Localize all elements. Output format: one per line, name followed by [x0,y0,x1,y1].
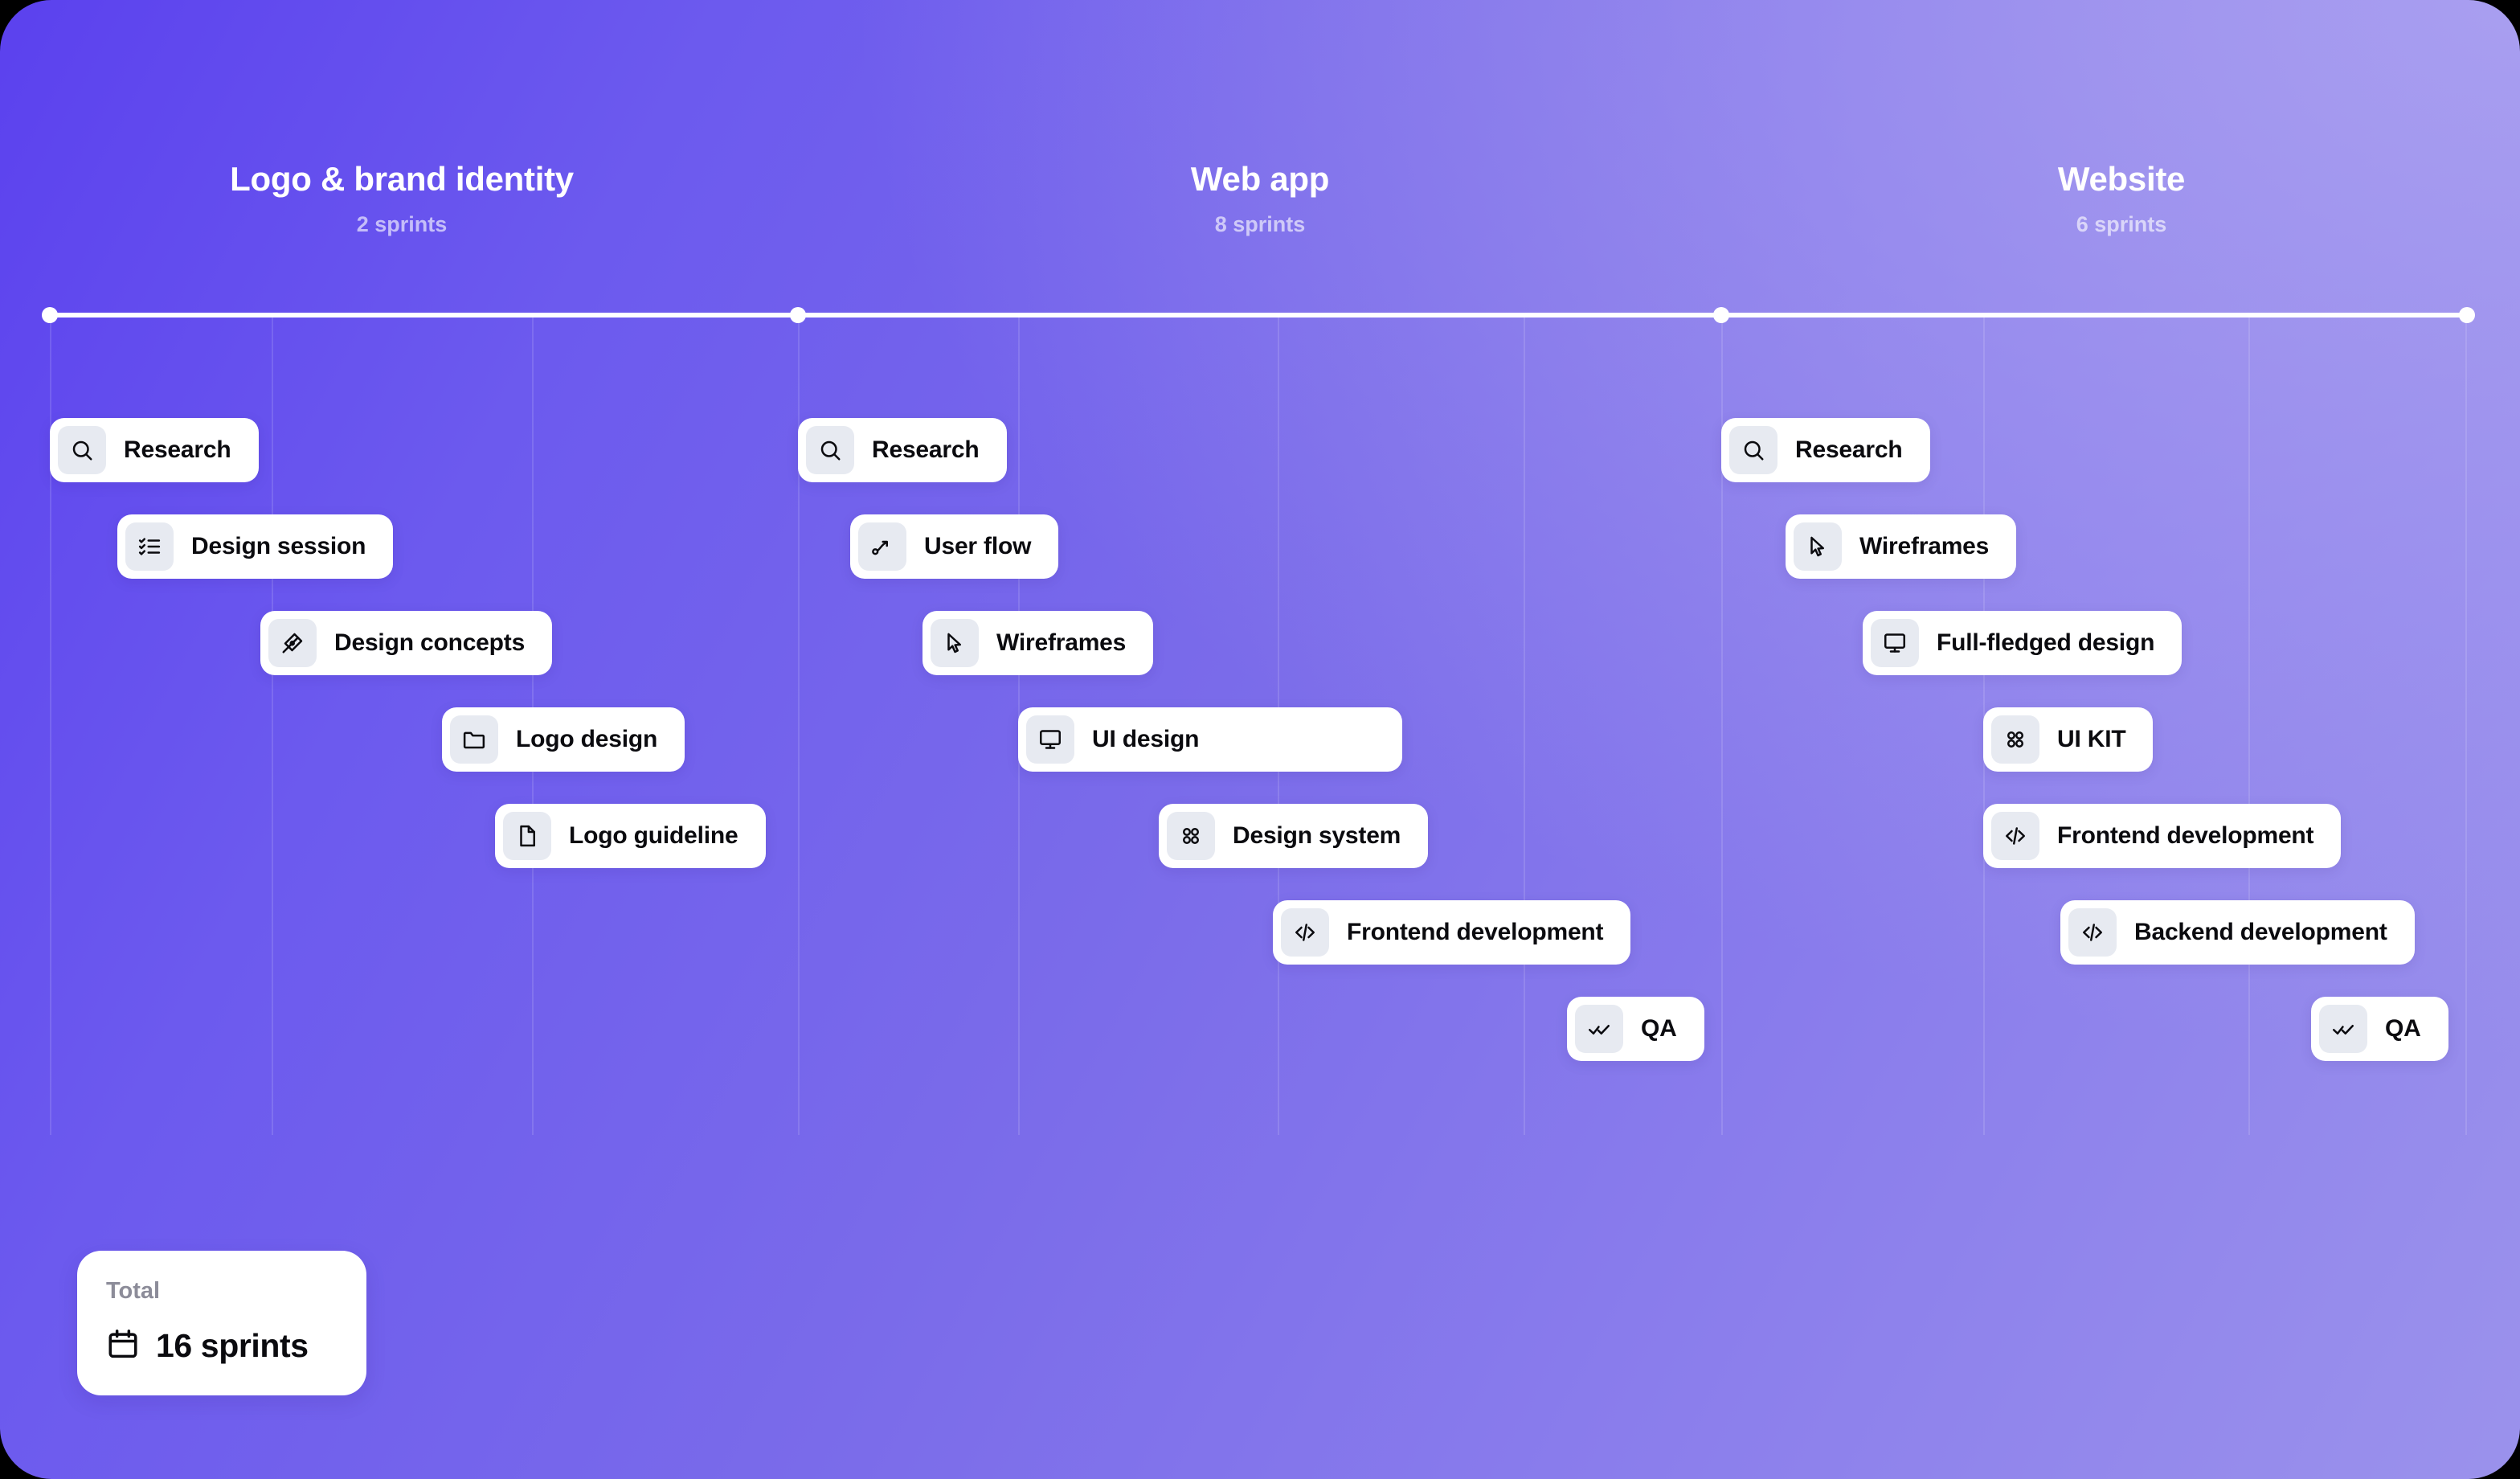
task-label: Backend development [2134,919,2387,945]
phase-header-3: Website 6 sprints [2058,162,2185,236]
phase-header-2: Web app 8 sprints [1191,162,1329,236]
code-icon [1281,908,1329,957]
search-icon [1729,426,1778,474]
task-label: Design system [1233,822,1401,849]
monitor-icon [1871,619,1919,667]
cursor-icon [1794,522,1842,571]
flow-arrow-icon [858,522,906,571]
code-icon [2068,908,2117,957]
phase-sprints: 6 sprints [2076,212,2167,236]
task-card[interactable]: Design system [1159,804,1429,868]
search-icon [58,426,106,474]
task-card[interactable]: Full-fledged design [1863,611,2182,675]
total-value: 16 sprints [156,1327,309,1364]
task-card[interactable]: QA [1567,997,1704,1061]
task-card[interactable]: Logo design [442,707,685,772]
task-label: Logo guideline [569,822,738,849]
double-check-icon [1575,1005,1623,1053]
task-card[interactable]: UI design [1018,707,1402,772]
phase-sprints: 8 sprints [1214,212,1306,236]
search-icon [806,426,854,474]
task-label: User flow [924,533,1032,559]
timeline-marker-phase-2 [790,307,806,323]
task-card[interactable]: Logo guideline [495,804,766,868]
phase-title: Web app [1190,160,1330,198]
task-label: Frontend development [1347,919,1604,945]
phase-title: Logo & brand identity [230,160,574,198]
task-label: QA [1641,1015,1677,1042]
calendar-icon [106,1327,140,1365]
task-label: Wireframes [1859,533,1990,559]
total-value-row: 16 sprints [106,1327,366,1365]
task-label: Research [1795,436,1903,463]
grid-line [1524,315,1525,1135]
task-label: Design session [191,533,366,559]
task-card[interactable]: Design concepts [260,611,553,675]
task-label: UI KIT [2057,726,2126,752]
double-check-icon [2319,1005,2367,1053]
grid-line [272,315,273,1135]
task-card[interactable]: Research [1721,418,1930,482]
task-card[interactable]: Wireframes [922,611,1154,675]
timeline-marker-start [42,307,58,323]
roadmap-board: Logo & brand identity 2 sprints Web app … [0,0,2520,1479]
task-card[interactable]: Backend development [2060,900,2415,965]
cursor-icon [931,619,979,667]
task-label: Research [872,436,980,463]
pen-nib-icon [268,619,317,667]
file-icon [503,812,551,860]
checklist-icon [125,522,174,571]
task-card[interactable]: Frontend development [1273,900,1631,965]
task-card[interactable]: Frontend development [1983,804,2342,868]
grid-line [2248,315,2250,1135]
grid-dots-icon [1991,715,2039,764]
task-label: Wireframes [996,629,1127,656]
grid-dots-icon [1167,812,1215,860]
phase-header-1: Logo & brand identity 2 sprints [230,162,574,236]
task-card[interactable]: Research [798,418,1007,482]
timeline-marker-phase-3 [1713,307,1729,323]
task-card[interactable]: Wireframes [1786,514,2017,579]
task-label: Frontend development [2057,822,2314,849]
task-card[interactable]: Design session [117,514,394,579]
total-summary-card: Total 16 sprints [77,1251,366,1395]
timeline-axis [50,313,2467,318]
timeline-marker-end [2459,307,2475,323]
monitor-icon [1026,715,1074,764]
code-icon [1991,812,2039,860]
grid-line [2465,315,2467,1135]
total-label: Total [106,1278,161,1304]
task-label: Design concepts [334,629,526,656]
task-label: QA [2385,1015,2421,1042]
task-card[interactable]: User flow [850,514,1059,579]
task-label: Logo design [516,726,658,752]
task-card[interactable]: UI KIT [1983,707,2154,772]
task-label: UI design [1092,726,1200,752]
task-label: Full-fledged design [1937,629,2155,656]
task-card[interactable]: Research [50,418,259,482]
phase-sprints: 2 sprints [356,212,448,236]
task-label: Research [124,436,231,463]
folder-icon [450,715,498,764]
phase-title: Website [2057,160,2186,198]
task-card[interactable]: QA [2311,997,2448,1061]
